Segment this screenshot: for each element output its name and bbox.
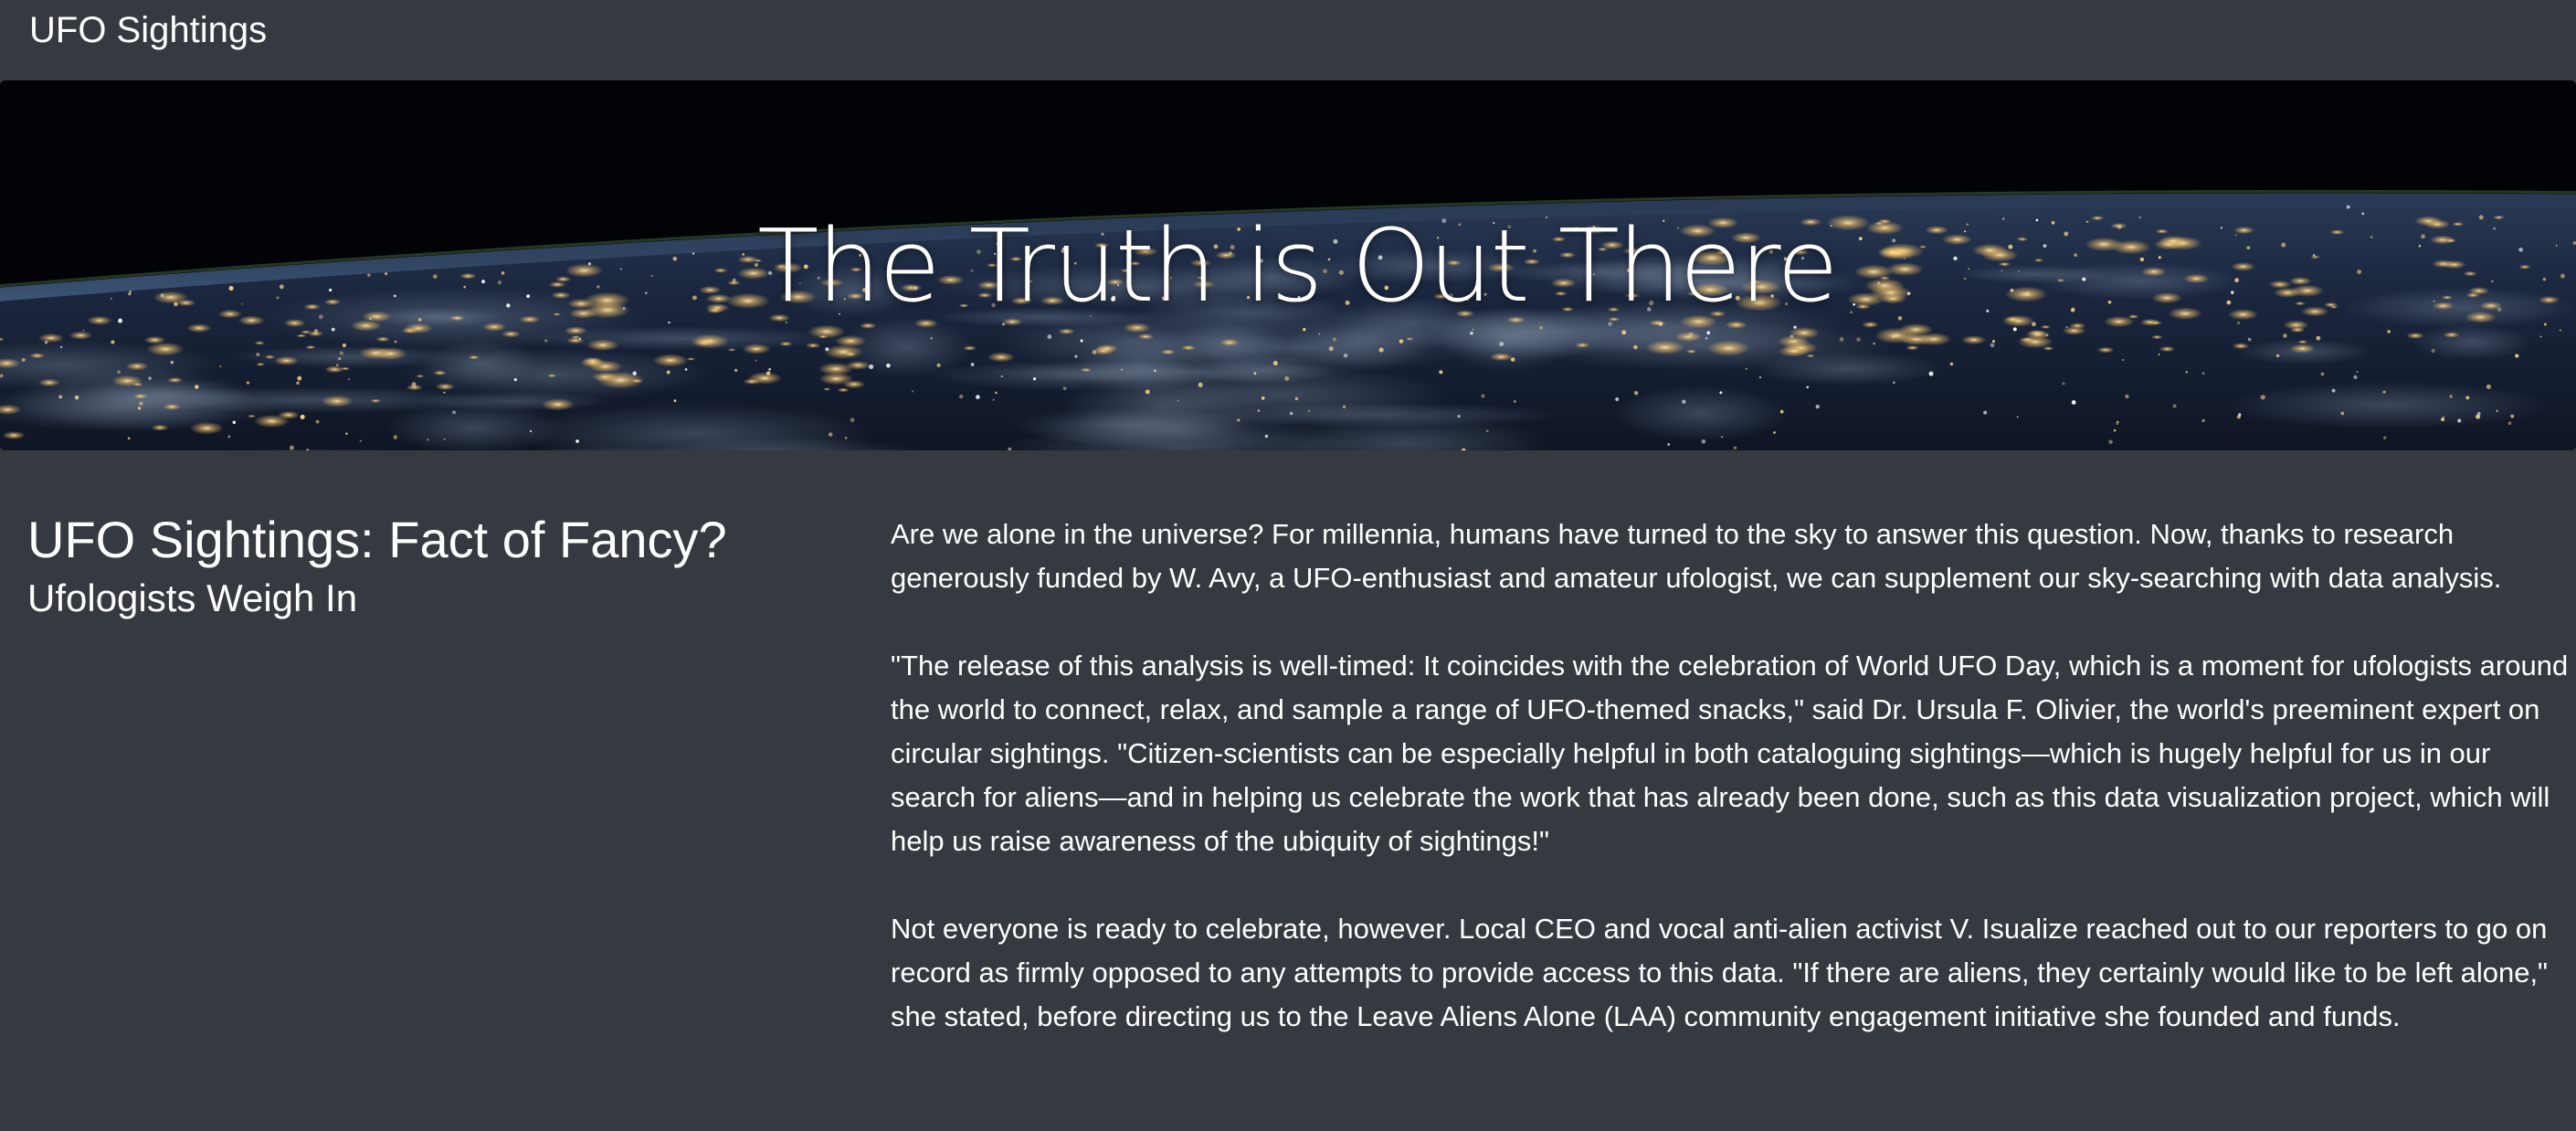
navbar-brand-link[interactable]: UFO Sightings bbox=[29, 7, 267, 53]
article-heading-column: UFO Sightings: Fact of Fancy? Ufologists… bbox=[27, 507, 850, 624]
article-paragraph: Not everyone is ready to celebrate, howe… bbox=[891, 913, 2549, 1032]
article-paragraph: "The release of this analysis is well-ti… bbox=[891, 650, 2569, 857]
article-body: Are we alone in the universe? For millen… bbox=[891, 513, 2571, 1083]
article-title: UFO Sightings: Fact of Fancy? bbox=[27, 511, 727, 568]
navbar: UFO Sightings bbox=[0, 0, 2576, 80]
hero-banner: The Truth is Out There bbox=[0, 80, 2576, 450]
article-subtitle: Ufologists Weigh In bbox=[27, 576, 358, 619]
hero-title: The Truth is Out There bbox=[757, 207, 1839, 324]
article-paragraph: Are we alone in the universe? For millen… bbox=[891, 518, 2502, 594]
